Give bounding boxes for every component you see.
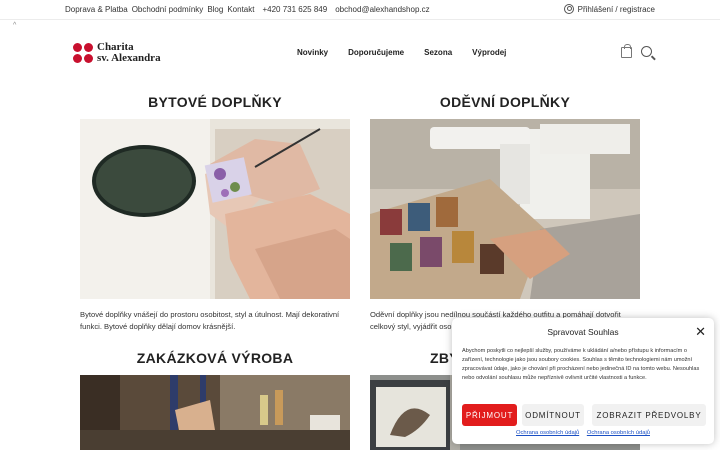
cookie-consent-dialog: Spravovat Souhlas ✕ Abychom poskytli co …	[452, 318, 714, 444]
account-label: Přihlášení / registrace	[577, 4, 655, 14]
nav-item-novinky[interactable]: Novinky	[297, 48, 328, 57]
main-nav: Novinky Doporučujeme Sezona Výprodej	[297, 48, 526, 57]
nav-item-doporucujeme[interactable]: Doporučujeme	[348, 48, 404, 57]
cookie-links: Ochrana osobních údajů Ochrana osobních …	[452, 430, 714, 436]
top-links: Doprava & Platba Obchodní podmínky Blog …	[65, 5, 430, 14]
category-image-odevni[interactable]	[370, 119, 640, 299]
cookie-title: Spravovat Souhlas	[547, 327, 619, 337]
preferences-button[interactable]: ZOBRAZIT PŘEDVOLBY	[592, 404, 706, 426]
link-contact[interactable]: Kontakt	[227, 5, 254, 14]
cart-icon[interactable]	[621, 44, 632, 58]
cookie-text: Abychom poskytli co nejlepší služby, pou…	[462, 348, 700, 381]
charity-cross-icon	[73, 43, 93, 63]
account-link[interactable]: Přihlášení / registrace	[563, 4, 655, 14]
privacy-link-2[interactable]: Ochrana osobních údajů	[587, 430, 650, 436]
category-image-zakazkova[interactable]	[80, 375, 350, 450]
category-title-odevni[interactable]: ODĚVNÍ DOPLŇKY	[370, 94, 640, 110]
deny-button[interactable]: ODMÍTNOUT	[522, 404, 584, 426]
chevron-up-icon[interactable]: ^	[13, 22, 16, 29]
accept-button[interactable]: PŘIJMOUT	[462, 404, 517, 426]
search-icon[interactable]	[641, 46, 652, 57]
link-shipping[interactable]: Doprava & Platba	[65, 5, 128, 14]
close-icon[interactable]: ✕	[695, 325, 706, 338]
link-blog[interactable]: Blog	[207, 5, 223, 14]
link-terms[interactable]: Obchodní podmínky	[132, 5, 204, 14]
email-link[interactable]: obchod@alexhandshop.cz	[335, 5, 429, 14]
top-bar: Doprava & Platba Obchodní podmínky Blog …	[0, 0, 720, 20]
category-image-bytove[interactable]	[80, 119, 350, 299]
user-icon	[563, 4, 574, 14]
category-title-bytove[interactable]: BYTOVÉ DOPLŇKY	[80, 94, 350, 110]
phone-link[interactable]: +420 731 625 849	[262, 5, 327, 14]
logo-text: Charita sv. Alexandra	[97, 42, 161, 64]
site-logo[interactable]: Charita sv. Alexandra	[73, 42, 161, 64]
privacy-link-1[interactable]: Ochrana osobních údajů	[516, 430, 579, 436]
category-title-zakazkova[interactable]: ZAKÁZKOVÁ VÝROBA	[80, 350, 350, 366]
logo-line-2: sv. Alexandra	[97, 52, 161, 64]
nav-item-vyprodej[interactable]: Výprodej	[472, 48, 506, 57]
category-desc-bytove: Bytové doplňky vnášejí do prostoru osobi…	[80, 310, 340, 331]
nav-item-sezona[interactable]: Sezona	[424, 48, 452, 57]
